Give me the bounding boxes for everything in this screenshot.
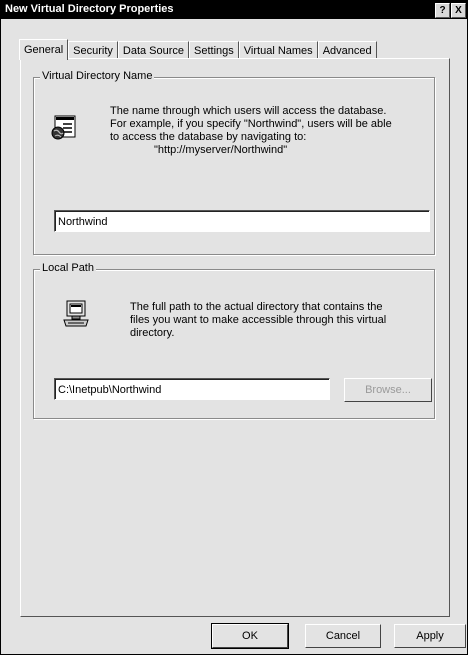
group-title-virtual-directory-name: Virtual Directory Name [40, 70, 155, 82]
desc-line: For example, if you specify "Northwind",… [110, 118, 392, 130]
browse-button[interactable]: Browse... [344, 378, 432, 402]
virtual-directory-name-group: Virtual Directory Name The name through … [33, 70, 435, 255]
desc-line: The name through which users will access… [110, 105, 387, 117]
properties-dialog: New Virtual Directory Properties ? X Gen… [0, 0, 468, 655]
virtual-directory-name-field[interactable]: Northwind [54, 210, 430, 232]
desc-line: to access the database by navigating to: [110, 131, 307, 143]
local-path-group: Local Path The full path to the actual d… [33, 262, 435, 419]
tab-strip: General Security Data Source Settings Vi… [19, 39, 377, 60]
apply-button[interactable]: Apply [394, 624, 466, 648]
close-button[interactable]: X [451, 3, 466, 18]
computer-icon [62, 300, 90, 328]
title-bar[interactable]: New Virtual Directory Properties ? X [1, 1, 467, 19]
desc-line: The full path to the actual directory th… [130, 301, 383, 313]
general-tab-panel: Virtual Directory Name The name through … [20, 58, 450, 617]
cancel-button[interactable]: Cancel [305, 624, 381, 648]
group-title-local-path: Local Path [40, 262, 96, 274]
window-title: New Virtual Directory Properties [5, 3, 174, 15]
desc-line: "http://myserver/Northwind" [154, 144, 288, 156]
local-path-description: The full path to the actual directory th… [130, 301, 430, 340]
desc-line: files you want to make accessible throug… [130, 314, 387, 326]
help-button[interactable]: ? [435, 3, 450, 18]
local-path-field[interactable]: C:\Inetpub\Northwind [54, 378, 330, 400]
desc-line: directory. [130, 327, 175, 339]
virtual-directory-description: The name through which users will access… [110, 105, 430, 157]
ok-button[interactable]: OK [211, 623, 289, 649]
web-directory-icon [51, 115, 77, 141]
tab-general[interactable]: General [19, 39, 69, 60]
